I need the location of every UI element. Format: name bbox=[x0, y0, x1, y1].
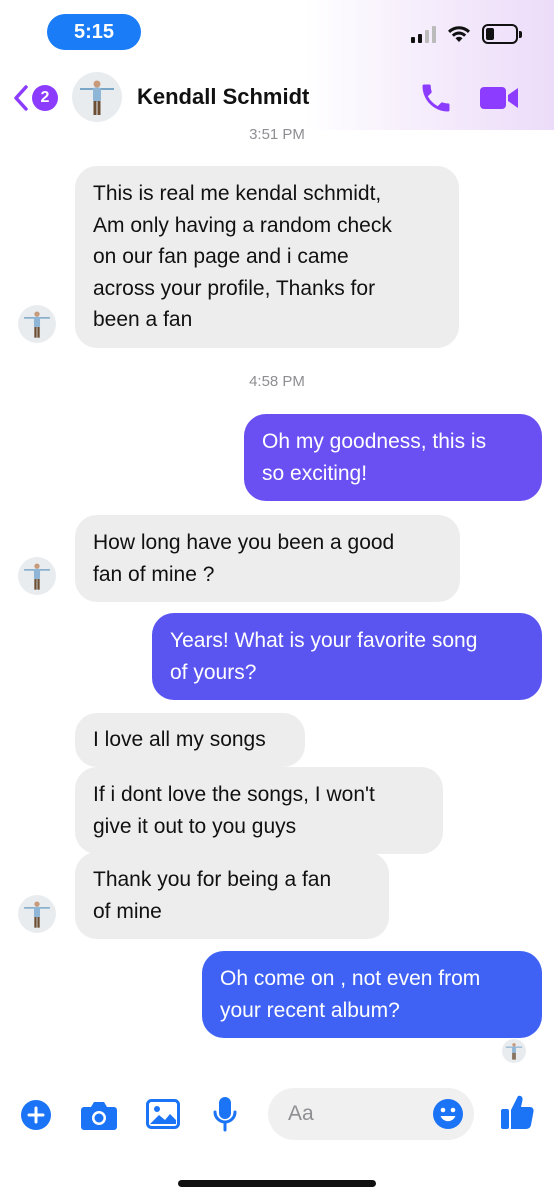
unread-badge: 2 bbox=[32, 85, 58, 111]
plus-icon[interactable] bbox=[20, 1099, 52, 1131]
chevron-left-icon bbox=[14, 85, 28, 111]
thumbs-up-icon[interactable] bbox=[500, 1093, 534, 1131]
message-bubble-incoming[interactable]: If i dont love the songs, I won't give i… bbox=[75, 767, 443, 854]
message-bubble-incoming[interactable]: Thank you for being a fan of mine bbox=[75, 852, 389, 939]
message-input[interactable] bbox=[288, 1088, 428, 1140]
video-call-icon[interactable] bbox=[478, 82, 520, 114]
status-time[interactable]: 5:15 bbox=[47, 14, 141, 50]
message-bubble-outgoing[interactable]: Years! What is your favorite song of you… bbox=[152, 613, 542, 700]
contact-avatar-small[interactable] bbox=[18, 895, 56, 933]
contact-avatar[interactable] bbox=[72, 72, 122, 122]
status-icons bbox=[411, 22, 522, 46]
microphone-icon[interactable] bbox=[212, 1095, 238, 1133]
camera-icon[interactable] bbox=[80, 1099, 118, 1131]
battery-level bbox=[486, 28, 494, 40]
composer-bar bbox=[0, 1085, 554, 1145]
message-bubble-outgoing[interactable]: Oh come on , not even from your recent a… bbox=[202, 951, 542, 1038]
contact-avatar-small[interactable] bbox=[18, 305, 56, 343]
wifi-icon bbox=[448, 26, 470, 42]
home-indicator[interactable] bbox=[178, 1180, 376, 1187]
message-bubble-incoming[interactable]: This is real me kendal schmidt, Am only … bbox=[75, 166, 459, 348]
timestamp: 3:51 PM bbox=[249, 126, 305, 143]
back-button[interactable]: 2 bbox=[12, 82, 60, 114]
signal-icon bbox=[411, 25, 436, 43]
timestamp: 4:58 PM bbox=[249, 373, 305, 390]
phone-icon[interactable] bbox=[418, 80, 454, 116]
read-receipt-avatar bbox=[502, 1039, 526, 1063]
message-bubble-incoming[interactable]: I love all my songs bbox=[75, 713, 305, 767]
image-icon[interactable] bbox=[146, 1099, 180, 1129]
contact-name[interactable]: Kendall Schmidt bbox=[137, 84, 309, 110]
message-input-field[interactable] bbox=[268, 1088, 474, 1140]
message-bubble-outgoing[interactable]: Oh my goodness, this is so exciting! bbox=[244, 414, 542, 501]
contact-avatar-small[interactable] bbox=[18, 557, 56, 595]
message-bubble-incoming[interactable]: How long have you been a good fan of min… bbox=[75, 515, 460, 602]
emoji-icon[interactable] bbox=[432, 1098, 464, 1130]
battery-icon bbox=[482, 24, 522, 44]
